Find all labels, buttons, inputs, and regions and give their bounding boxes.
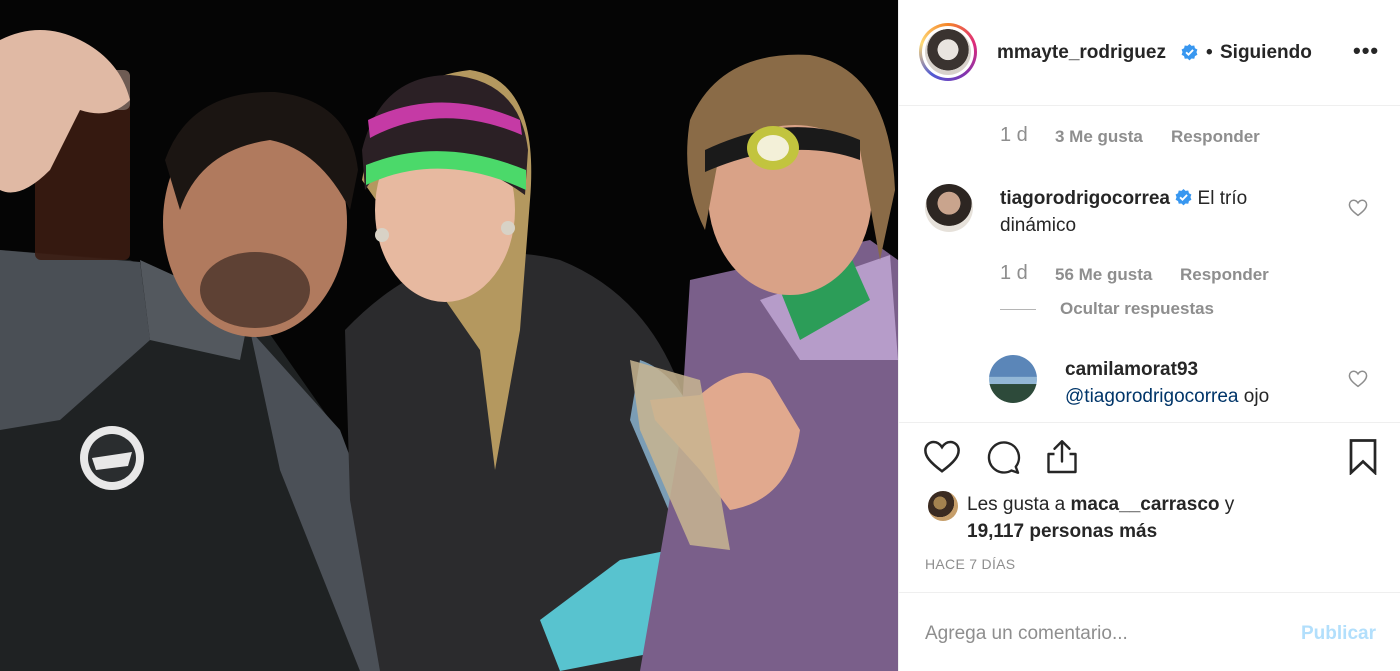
likes-conjunction: y: [1224, 494, 1235, 515]
likes-summary: Les gusta a maca__carrasco y 19,117 pers…: [967, 491, 1387, 545]
reply-text: ojo: [1243, 386, 1270, 407]
comment-text-line1: El trío: [1197, 188, 1248, 209]
comment-like-heart-icon[interactable]: [1348, 199, 1368, 217]
add-comment-bar: Agrega un comentario... Publicar: [899, 592, 1400, 671]
comment-time[interactable]: 1 d: [1000, 262, 1028, 285]
reply-button[interactable]: Responder: [1180, 265, 1269, 285]
comment-input[interactable]: Agrega un comentario...: [925, 623, 1128, 645]
author-username[interactable]: mmayte_rodriguez: [997, 42, 1166, 64]
author-avatar[interactable]: [919, 23, 977, 81]
comment-icon[interactable]: [985, 439, 1021, 475]
comments-list[interactable]: 1 d 3 Me gusta Responder tiagorodrigocor…: [899, 106, 1400, 423]
replies-divider-line: [1000, 309, 1036, 310]
reply-button[interactable]: Responder: [1171, 127, 1260, 147]
hide-replies-button[interactable]: Ocultar respuestas: [1060, 299, 1214, 319]
header-separator: •: [1206, 42, 1213, 63]
comment-text-line2: dinámico: [1000, 215, 1077, 236]
post-actions: Les gusta a maca__carrasco y 19,117 pers…: [899, 423, 1400, 593]
instagram-post-view: mmayte_rodriguez • Siguiendo ••• 1 d 3 M…: [0, 0, 1400, 671]
following-button[interactable]: Siguiendo: [1220, 42, 1312, 64]
liker-username[interactable]: maca__carrasco: [1071, 494, 1220, 515]
bookmark-icon[interactable]: [1347, 439, 1379, 475]
comment-time[interactable]: 1 d: [1000, 124, 1028, 147]
post-photo-image: [0, 0, 898, 671]
commenter-avatar[interactable]: [925, 184, 973, 232]
comment-body: tiagorodrigocorrea El trío dinámico: [1000, 185, 1340, 239]
replier-username[interactable]: camilamorat93: [1065, 359, 1198, 380]
replier-avatar[interactable]: [989, 355, 1037, 403]
comment-like-heart-icon[interactable]: [1348, 370, 1368, 388]
post-photo[interactable]: [0, 0, 898, 671]
share-icon[interactable]: [1043, 439, 1081, 475]
publish-button[interactable]: Publicar: [1301, 623, 1376, 645]
commenter-username[interactable]: tiagorodrigocorrea: [1000, 188, 1170, 209]
likes-prefix: Les gusta a: [967, 494, 1066, 515]
more-options-icon[interactable]: •••: [1353, 38, 1379, 64]
reply-body: camilamorat93 @tiagorodrigocorrea ojo: [1065, 356, 1335, 410]
liker-avatar[interactable]: [928, 491, 958, 521]
post-timestamp[interactable]: HACE 7 DÍAS: [925, 556, 1015, 572]
verified-badge-icon: [1175, 189, 1192, 206]
verified-badge-icon: [1181, 44, 1198, 61]
comment-likes[interactable]: 3 Me gusta: [1055, 127, 1143, 147]
post-side-panel: mmayte_rodriguez • Siguiendo ••• 1 d 3 M…: [898, 0, 1400, 671]
mention-link[interactable]: @tiagorodrigocorrea: [1065, 386, 1239, 407]
post-header: mmayte_rodriguez • Siguiendo •••: [899, 0, 1400, 106]
likes-count[interactable]: 19,117 personas más: [967, 521, 1157, 542]
comment-likes[interactable]: 56 Me gusta: [1055, 265, 1152, 285]
heart-icon[interactable]: [923, 439, 961, 475]
